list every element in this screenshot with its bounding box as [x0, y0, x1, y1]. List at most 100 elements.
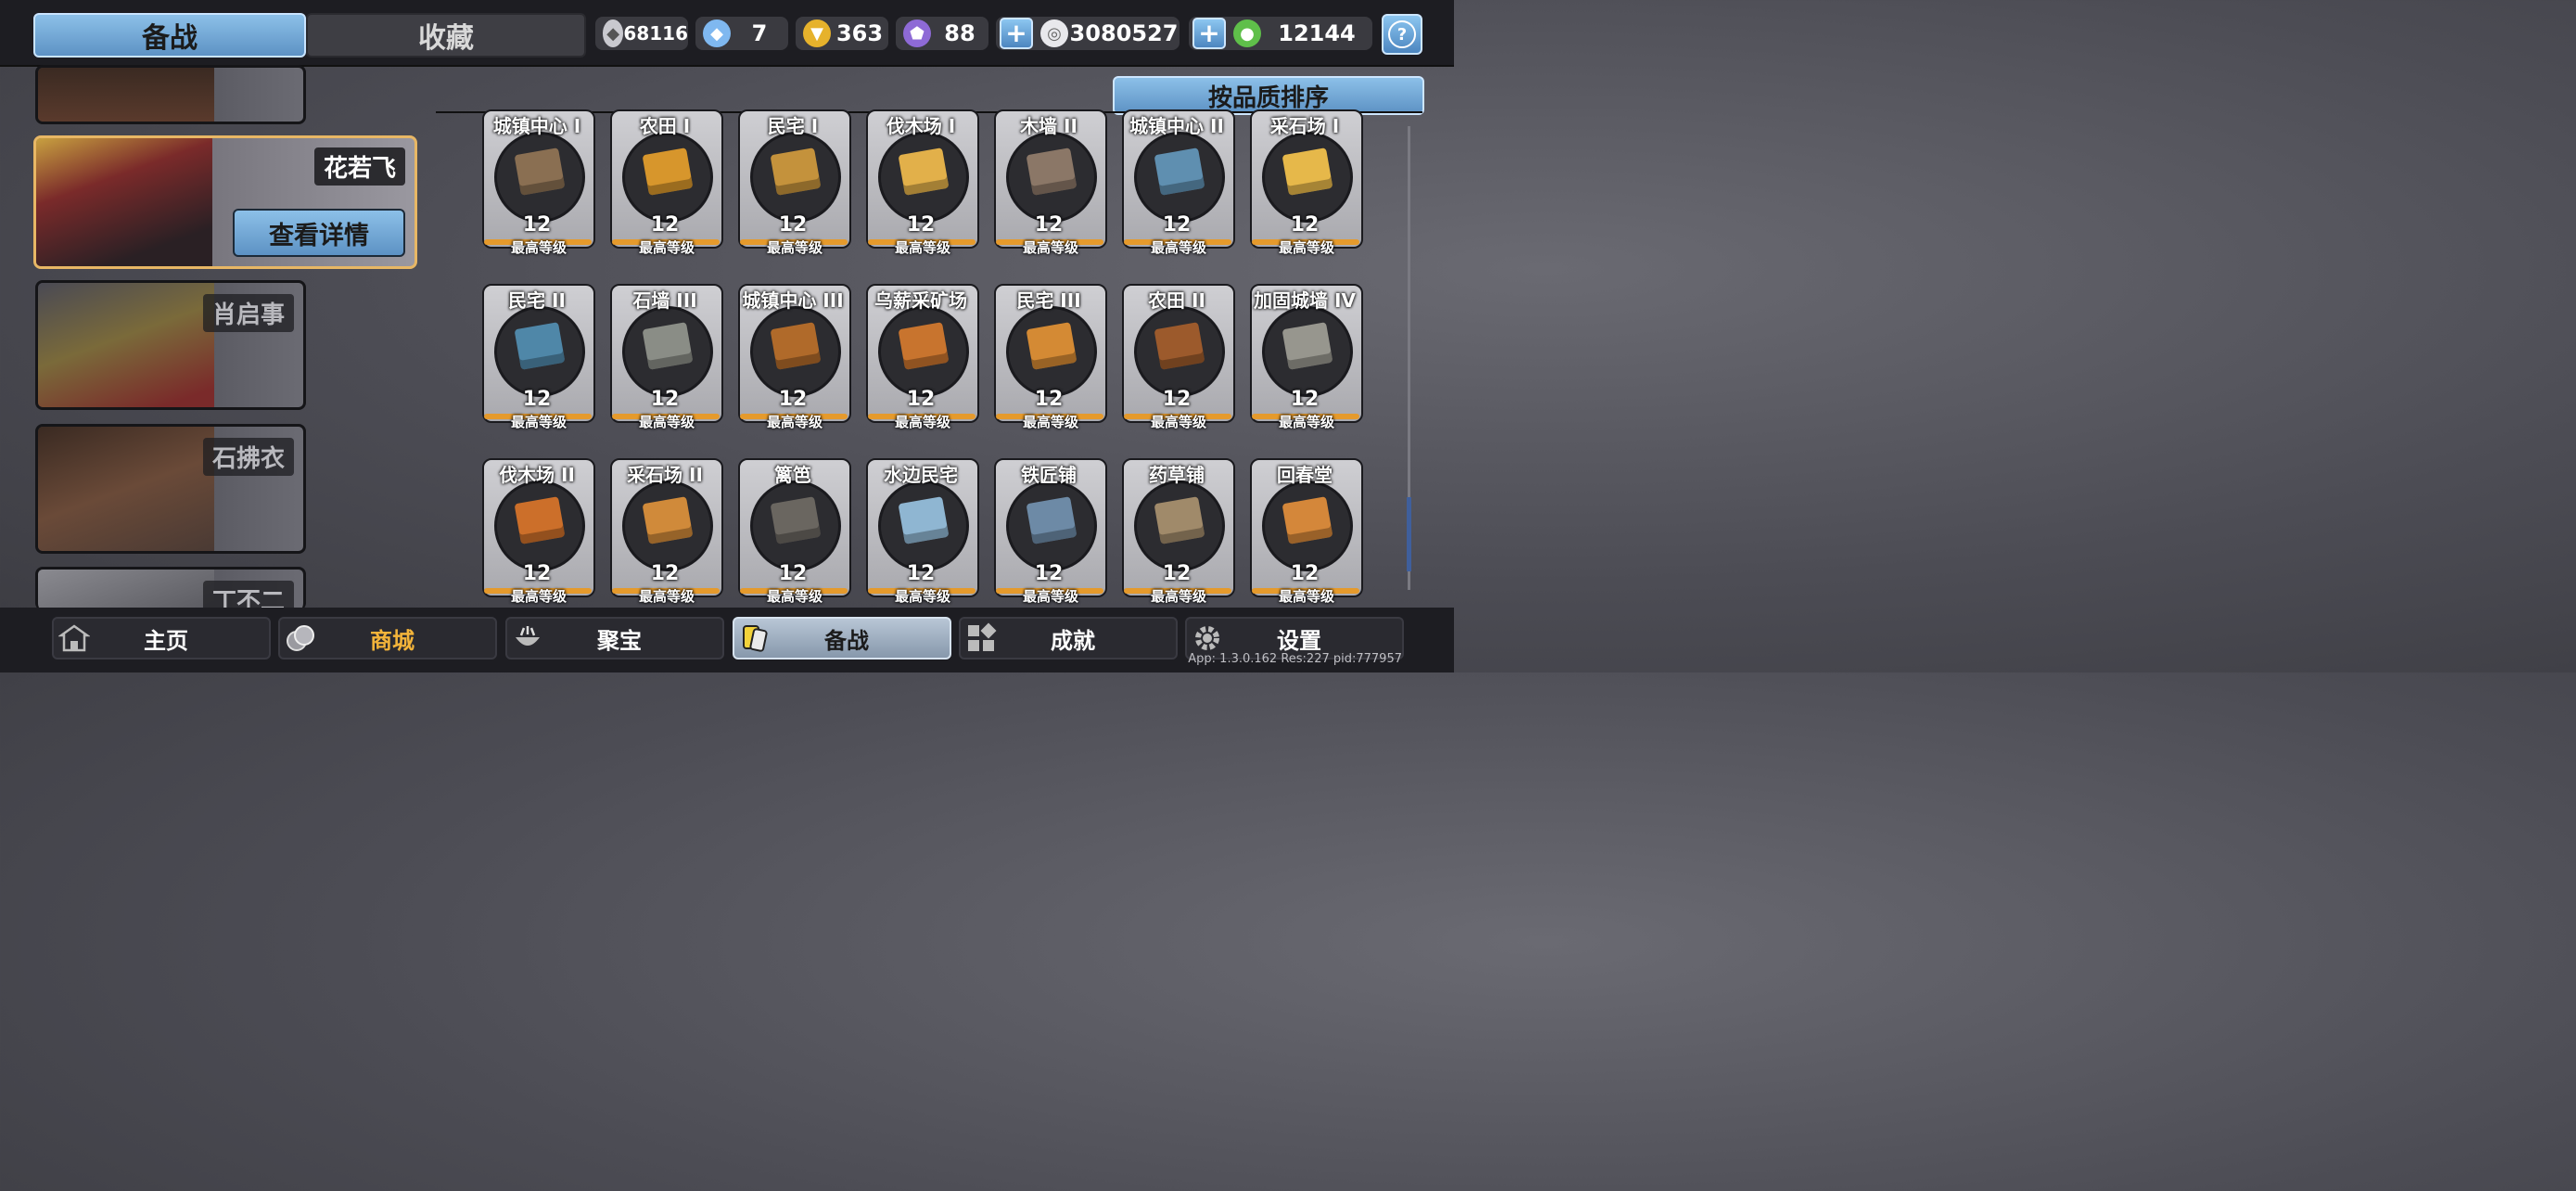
- building-card[interactable]: 铁匠铺 12 最高等级: [994, 458, 1107, 616]
- card-level: 12: [1162, 213, 1192, 237]
- building-card[interactable]: 采石场 I 12 最高等级: [1250, 109, 1363, 267]
- max-level-label: 最高等级: [894, 414, 950, 430]
- card-title: 回春堂: [1277, 464, 1333, 486]
- building-card[interactable]: 回春堂 12 最高等级: [1250, 458, 1363, 616]
- nav-prepare[interactable]: 备战: [733, 617, 951, 660]
- max-level-label: 最高等级: [766, 414, 823, 430]
- building-card[interactable]: 伐木场 I 12 最高等级: [866, 109, 979, 267]
- hero-card[interactable]: [35, 65, 306, 124]
- max-level-label: 最高等级: [1150, 239, 1206, 256]
- building-card[interactable]: 城镇中心 III 12 最高等级: [738, 284, 851, 442]
- card-title: 城镇中心 III: [742, 289, 844, 312]
- building-card[interactable]: 篱笆 12 最高等级: [738, 458, 851, 616]
- building-icon: [750, 306, 841, 397]
- hero-card-selected[interactable]: 花若飞 查看详情: [33, 135, 417, 269]
- building-card[interactable]: 水边民宅 12 最高等级: [866, 458, 979, 616]
- card-level: 12: [778, 388, 808, 411]
- building-card[interactable]: 药草铺 12 最高等级: [1122, 458, 1235, 616]
- blue-crystal-icon: ◆: [703, 19, 731, 47]
- resource-value: 363: [835, 20, 884, 46]
- card-level: 12: [522, 562, 552, 585]
- nav-home[interactable]: 主页: [52, 617, 271, 660]
- card-level: 12: [522, 388, 552, 411]
- building-card[interactable]: 加固城墙 IV 12 最高等级: [1250, 284, 1363, 442]
- card-title: 民宅 III: [1016, 289, 1081, 312]
- card-title: 药草铺: [1149, 464, 1205, 486]
- building-card[interactable]: 民宅 II 12 最高等级: [482, 284, 595, 442]
- building-icon: [494, 306, 585, 397]
- card-level: 12: [1162, 562, 1192, 585]
- max-level-label: 最高等级: [1022, 588, 1078, 605]
- card-title: 伐木场 I: [886, 115, 956, 137]
- nav-shop[interactable]: 商城: [278, 617, 497, 660]
- card-title: 民宅 I: [767, 115, 819, 137]
- building-icon: [1262, 132, 1353, 223]
- building-card[interactable]: 石墙 III 12 最高等级: [610, 284, 723, 442]
- card-title: 铁匠铺: [1021, 464, 1077, 486]
- building-icon: [1006, 480, 1097, 571]
- green-jade-icon: ●: [1233, 19, 1261, 47]
- building-icon: [1262, 480, 1353, 571]
- card-title: 农田 II: [1148, 289, 1205, 312]
- home-icon: [57, 621, 91, 655]
- resource-value: 3080527: [1069, 20, 1179, 46]
- card-title: 篱笆: [774, 464, 811, 486]
- add-coin-button[interactable]: +: [1000, 18, 1033, 49]
- building-icon: [878, 480, 969, 571]
- card-level: 12: [778, 562, 808, 585]
- hero-card[interactable]: 肖启事: [35, 280, 306, 410]
- building-card[interactable]: 城镇中心 II 12 最高等级: [1122, 109, 1235, 267]
- building-card[interactable]: 乌薪采矿场 12 最高等级: [866, 284, 979, 442]
- building-icon: [622, 132, 713, 223]
- card-level: 12: [1034, 213, 1064, 237]
- nav-treasure[interactable]: 聚宝: [505, 617, 724, 660]
- card-title: 水边民宅: [884, 464, 958, 486]
- building-icon: [750, 480, 841, 571]
- max-level-label: 最高等级: [1278, 239, 1334, 256]
- nav-label: 设置: [1277, 627, 1321, 654]
- card-level: 12: [1290, 388, 1320, 411]
- gold-trophy-icon: ▼: [803, 19, 831, 47]
- add-jade-button[interactable]: +: [1192, 18, 1226, 49]
- building-card[interactable]: 民宅 I 12 最高等级: [738, 109, 851, 267]
- coins-icon: [284, 621, 317, 655]
- max-level-label: 最高等级: [1150, 588, 1206, 605]
- help-button[interactable]: ?: [1382, 14, 1422, 55]
- tab-prepare[interactable]: 备战: [33, 13, 306, 58]
- building-icon: [494, 132, 585, 223]
- building-card[interactable]: 木墙 II 12 最高等级: [994, 109, 1107, 267]
- card-title: 石墙 III: [632, 289, 697, 312]
- hero-portrait: [36, 138, 212, 266]
- hero-portrait: [38, 570, 214, 610]
- card-title: 采石场 II: [627, 464, 703, 486]
- hero-portrait: [38, 427, 214, 551]
- hero-card[interactable]: 石拂衣: [35, 424, 306, 554]
- building-card[interactable]: 伐木场 II 12 最高等级: [482, 458, 595, 616]
- card-level: 12: [778, 213, 808, 237]
- nav-label: 备战: [824, 627, 869, 654]
- hero-portrait: [38, 68, 214, 122]
- building-card[interactable]: 采石场 II 12 最高等级: [610, 458, 723, 616]
- card-level: 12: [906, 388, 936, 411]
- gear-icon: [1191, 621, 1224, 655]
- building-icon: [1006, 306, 1097, 397]
- tab-collection[interactable]: 收藏: [306, 13, 586, 58]
- card-level: 12: [906, 562, 936, 585]
- view-details-button[interactable]: 查看详情: [233, 209, 405, 257]
- hero-card[interactable]: 丁不二: [35, 567, 306, 610]
- max-level-label: 最高等级: [894, 239, 950, 256]
- card-title: 城镇中心 I: [492, 115, 581, 137]
- building-card[interactable]: 农田 I 12 最高等级: [610, 109, 723, 267]
- question-icon: ?: [1388, 20, 1416, 48]
- treasure-bowl-icon: [511, 621, 544, 655]
- scrollbar-thumb[interactable]: [1407, 497, 1411, 571]
- building-card[interactable]: 城镇中心 I 12 最高等级: [482, 109, 595, 267]
- building-icon: [1134, 132, 1225, 223]
- nav-label: 主页: [144, 627, 188, 654]
- top-bar: 备战 收藏 ◆ 68116 ◆ 7 ▼ 363 ⬟ 88 + ◎ 3080527…: [0, 0, 1454, 67]
- building-card[interactable]: 农田 II 12 最高等级: [1122, 284, 1235, 442]
- building-card[interactable]: 民宅 III 12 最高等级: [994, 284, 1107, 442]
- nav-achievements[interactable]: 成就: [959, 617, 1178, 660]
- building-icon: [878, 306, 969, 397]
- hero-portrait: [38, 283, 214, 407]
